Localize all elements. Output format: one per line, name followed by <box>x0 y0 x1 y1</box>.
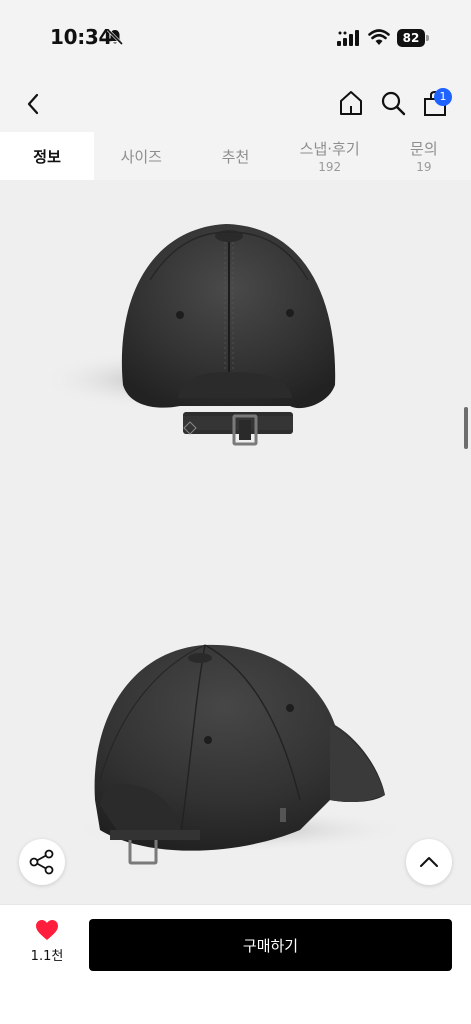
top-nav-bar <box>0 76 471 132</box>
cap-image-rear-angle-view <box>70 644 410 865</box>
tab-snap-review[interactable]: 스냅·후기 192 <box>283 132 377 180</box>
tab-label: 문의 <box>410 140 438 158</box>
tab-label: 사이즈 <box>120 147 162 166</box>
product-image-area <box>0 180 471 904</box>
tab-label: 스냅·후기 <box>299 140 360 158</box>
tab-info[interactable]: 정보 <box>0 132 95 180</box>
heart-icon <box>36 920 58 940</box>
status-bar: 10:34 82 <box>0 0 471 76</box>
like-button[interactable]: 1.1천 <box>24 919 70 969</box>
cart-count-badge: 1 <box>434 88 452 106</box>
battery-icon: 82 <box>397 29 429 47</box>
tab-count: 19 <box>416 160 432 174</box>
bottom-action-bar: 1.1천 구매하기 <box>0 904 471 1024</box>
bell-off-icon <box>106 28 124 46</box>
tab-label: 정보 <box>33 147 61 166</box>
tab-size[interactable]: 사이즈 <box>94 132 188 180</box>
share-icon <box>29 849 54 875</box>
status-time: 10:34 <box>50 25 113 49</box>
signal-icon <box>337 30 359 46</box>
like-count: 1.1천 <box>30 949 64 964</box>
tab-recommend[interactable]: 추천 <box>188 132 282 180</box>
buy-button[interactable]: 구매하기 <box>89 919 452 971</box>
wifi-icon <box>368 29 390 45</box>
chevron-up-icon <box>420 857 438 867</box>
search-icon[interactable] <box>380 90 406 116</box>
cap-image-back-view <box>40 224 336 446</box>
battery-level: 82 <box>397 29 425 47</box>
scroll-indicator[interactable] <box>464 407 468 449</box>
tab-label: 추천 <box>221 147 250 166</box>
buy-button-label: 구매하기 <box>242 936 299 955</box>
share-button[interactable] <box>19 839 65 885</box>
product-tabs: 정보 사이즈 추천 스냅·후기 192 문의 19 <box>0 132 471 180</box>
tab-count: 192 <box>318 160 342 174</box>
home-icon[interactable] <box>338 89 364 117</box>
scroll-to-top-button[interactable] <box>406 839 452 885</box>
product-images <box>40 224 410 865</box>
tab-inquiry[interactable]: 문의 19 <box>377 132 471 180</box>
back-arrow-icon[interactable] <box>22 90 46 118</box>
